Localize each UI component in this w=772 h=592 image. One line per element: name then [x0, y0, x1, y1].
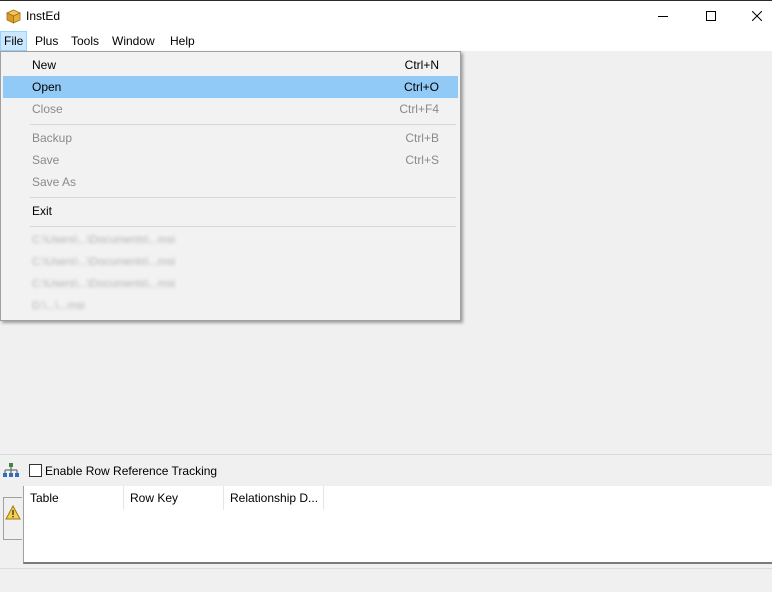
menu-item-label: Save	[32, 153, 60, 167]
menu-plus[interactable]: Plus	[32, 31, 61, 51]
recent-file-1[interactable]: C:\Users\...\Documents\...msi	[32, 234, 175, 246]
menu-file[interactable]: File	[0, 31, 28, 51]
menu-item-shortcut: Ctrl+S	[405, 153, 439, 167]
menu-item-label: Open	[32, 80, 62, 94]
menu-item-save[interactable]: Save Ctrl+S	[3, 149, 458, 171]
row-reference-tracking-checkbox[interactable]	[29, 464, 42, 477]
recent-file-4[interactable]: D:\...\...msi	[32, 300, 85, 312]
menu-item-label: New	[32, 58, 57, 72]
maximize-button[interactable]	[688, 1, 734, 31]
menu-item-new[interactable]: New Ctrl+N	[3, 54, 458, 76]
title-bar: InstEd	[0, 1, 772, 31]
maximize-icon	[706, 11, 716, 21]
menu-item-label: Exit	[32, 204, 53, 218]
recent-file-2[interactable]: C:\Users\...\Documents\...msi	[32, 256, 175, 268]
column-header-table[interactable]: Table	[24, 486, 124, 510]
menu-item-label: Close	[32, 102, 63, 116]
file-menu-dropdown: New Ctrl+N Open Ctrl+O Close Ctrl+F4 Bac…	[0, 51, 461, 321]
menu-item-shortcut: Ctrl+F4	[399, 102, 439, 116]
status-bar	[0, 568, 772, 592]
row-reference-tracking-label: Enable Row Reference Tracking	[45, 464, 218, 478]
column-header-row-key[interactable]: Row Key	[124, 486, 224, 510]
menu-item-label: Save As	[32, 175, 77, 189]
minimize-icon	[658, 16, 668, 17]
menu-item-close[interactable]: Close Ctrl+F4	[3, 98, 458, 120]
menu-separator	[30, 124, 456, 125]
menu-separator	[30, 197, 456, 198]
relationship-table[interactable]: Table Row Key Relationship D...	[23, 486, 772, 564]
menu-item-open[interactable]: Open Ctrl+O	[3, 76, 458, 98]
tree-network-icon[interactable]	[3, 462, 19, 478]
minimize-button[interactable]	[640, 1, 686, 31]
menu-item-label: Backup	[32, 131, 73, 145]
menu-item-exit[interactable]: Exit	[3, 200, 458, 222]
column-header-relationship[interactable]: Relationship D...	[224, 486, 324, 510]
close-icon	[752, 11, 762, 21]
menu-window[interactable]: Window	[109, 31, 158, 51]
menu-item-shortcut: Ctrl+N	[404, 58, 439, 72]
menu-item-backup[interactable]: Backup Ctrl+B	[3, 127, 458, 149]
menu-separator	[30, 226, 456, 227]
menu-tools[interactable]: Tools	[68, 31, 102, 51]
menu-bar: File Plus Tools Window Help	[0, 31, 772, 51]
close-button[interactable]	[734, 1, 772, 31]
menu-item-shortcut: Ctrl+O	[403, 80, 439, 94]
window-title: InstEd	[26, 9, 61, 23]
warning-icon[interactable]	[5, 505, 21, 520]
recent-file-3[interactable]: C:\Users\...\Documents\...msi	[32, 278, 175, 290]
app-package-icon	[6, 9, 21, 24]
menu-item-shortcut: Ctrl+B	[405, 131, 439, 145]
menu-item-save-as[interactable]: Save As	[3, 171, 458, 193]
menu-help[interactable]: Help	[167, 31, 198, 51]
